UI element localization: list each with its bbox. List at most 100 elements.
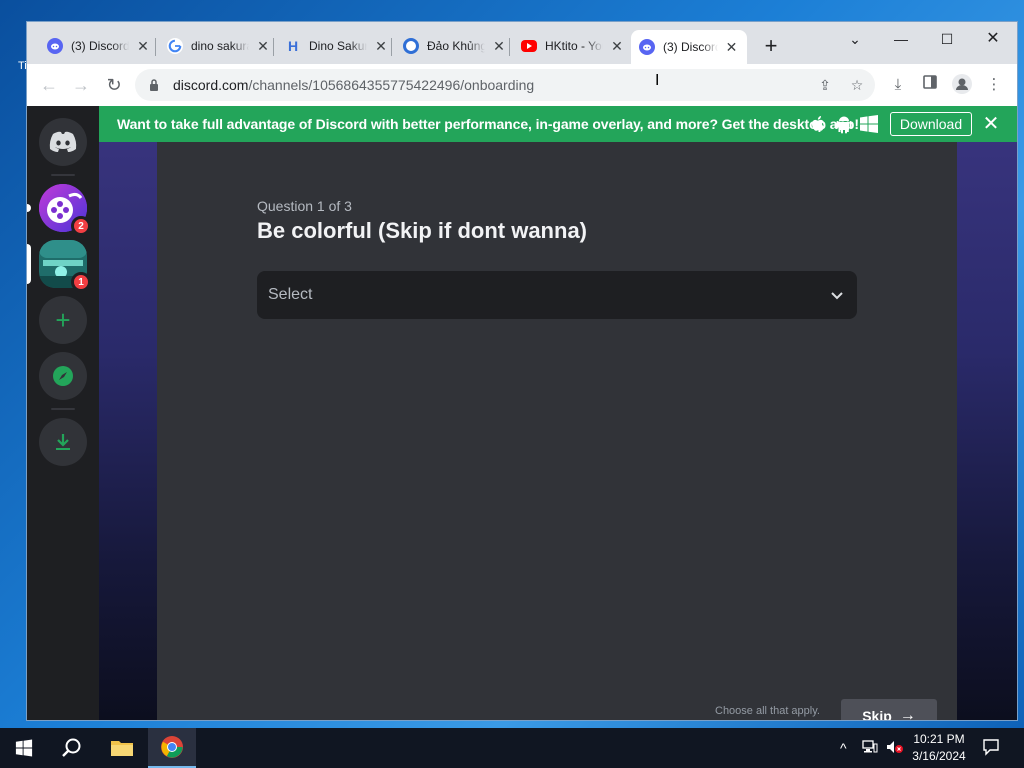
- forward-arrow-icon[interactable]: →: [69, 73, 93, 97]
- tab-google[interactable]: dino sakura ✕: [159, 32, 279, 60]
- windows-start-icon: [15, 739, 33, 757]
- url-text: discord.com/channels/1056864355775422496…: [173, 77, 534, 93]
- tab-strip: (3) Discord ✕ dino sakura ✕ H Dino Sakur…: [27, 22, 1017, 64]
- tab-close-icon[interactable]: ✕: [373, 38, 389, 55]
- server-scenery[interactable]: 1: [39, 240, 91, 292]
- search-button[interactable]: [48, 728, 96, 768]
- explore-servers-button[interactable]: [39, 352, 87, 400]
- file-explorer-button[interactable]: [98, 728, 146, 768]
- minimize-button[interactable]: —: [879, 26, 923, 52]
- android-icon: [836, 116, 852, 134]
- tab-search-chevron-icon[interactable]: ⌄: [833, 26, 877, 52]
- start-button[interactable]: [0, 728, 48, 768]
- tab-close-icon[interactable]: ✕: [609, 38, 625, 55]
- browser-toolbar: ← → ↻ discord.com/channels/1056864355775…: [27, 64, 1017, 106]
- tab-youtube[interactable]: HKtito - YouTube ✕: [513, 32, 633, 60]
- download-icon[interactable]: ⤓: [887, 74, 909, 96]
- tab-title: Đảo Khủng: [427, 39, 485, 53]
- lock-icon[interactable]: [147, 78, 161, 92]
- download-apps-button[interactable]: [39, 418, 87, 466]
- maximize-button[interactable]: ☐: [925, 26, 969, 52]
- tab-dino-sakura[interactable]: H Dino Sakura ✕: [277, 32, 397, 60]
- tab-separator: [273, 38, 274, 56]
- tab-close-icon[interactable]: ✕: [724, 39, 739, 56]
- action-center-button[interactable]: [982, 738, 1000, 759]
- folder-icon: [111, 741, 133, 756]
- clock-date: 3/16/2024: [912, 749, 966, 763]
- profile-avatar-icon[interactable]: [951, 74, 973, 96]
- tab-dao-khung[interactable]: Đảo Khủng ✕: [395, 32, 515, 60]
- chrome-window: (3) Discord ✕ dino sakura ✕ H Dino Sakur…: [27, 22, 1017, 720]
- discord-logo-icon: [49, 131, 77, 152]
- text-cursor-icon: I: [655, 72, 660, 89]
- skip-label: Skip: [862, 708, 892, 720]
- network-icon[interactable]: [862, 740, 878, 757]
- notification-badge: 1: [71, 272, 91, 292]
- download-arrow-icon: [56, 434, 70, 450]
- desktop-icon-label[interactable]: Ti: [18, 60, 27, 72]
- arrow-right-icon: →: [899, 707, 916, 720]
- youtube-favicon-icon: [521, 40, 537, 52]
- share-icon[interactable]: ⇪: [815, 75, 835, 95]
- tab-separator: [155, 38, 156, 56]
- url-path: /channels/1056864355775422496/onboarding: [248, 77, 535, 93]
- chrome-taskbar-button[interactable]: [148, 728, 196, 768]
- helper-text: Choose all that apply.: [715, 705, 820, 717]
- windows-icon: [860, 115, 878, 133]
- select-placeholder: Select: [268, 286, 313, 303]
- new-tab-button[interactable]: +: [759, 34, 783, 58]
- system-clock[interactable]: 10:21 PM 3/16/2024: [900, 731, 978, 765]
- clock-time: 10:21 PM: [913, 732, 965, 746]
- google-favicon-icon: [167, 38, 183, 54]
- download-app-button[interactable]: Download: [890, 112, 972, 136]
- window-close-button[interactable]: ✕: [971, 26, 1015, 52]
- rail-divider: [51, 174, 75, 176]
- tab-discord-1[interactable]: (3) Discord ✕: [39, 32, 159, 60]
- url-host: discord.com: [173, 77, 249, 93]
- tab-title: dino sakura: [191, 39, 249, 53]
- banner-close-icon[interactable]: ✕: [979, 112, 1003, 136]
- discord-home-button[interactable]: [39, 118, 87, 166]
- plus-icon: +: [55, 305, 71, 335]
- question-counter: Question 1 of 3: [257, 198, 352, 214]
- tab-close-icon[interactable]: ✕: [135, 38, 151, 55]
- apple-icon: [812, 116, 825, 131]
- hashtag-favicon-icon: H: [287, 38, 299, 54]
- banner-text: Want to take full advantage of Discord w…: [117, 116, 859, 132]
- tab-title: HKtito - YouTube: [545, 39, 603, 53]
- tab-title: (3) Discord: [71, 39, 129, 53]
- discord-favicon-icon: [47, 38, 63, 54]
- menu-dots-icon[interactable]: ⋮: [983, 74, 1005, 96]
- notification-icon: [983, 739, 999, 756]
- discord-app: 2 1 + Want to take full advantage of Dis…: [27, 106, 1017, 720]
- search-icon: [62, 738, 81, 757]
- discord-favicon-icon: [639, 39, 655, 55]
- unread-indicator: [27, 204, 31, 212]
- back-arrow-icon[interactable]: ←: [37, 73, 61, 97]
- tab-close-icon[interactable]: ✕: [491, 38, 507, 55]
- bookmark-star-icon[interactable]: ☆: [847, 75, 867, 95]
- show-hidden-icons-chevron[interactable]: ^: [840, 740, 847, 756]
- tab-separator: [509, 38, 510, 56]
- side-panel-icon[interactable]: [919, 74, 941, 96]
- tab-title: Dino Sakura: [309, 39, 367, 53]
- tab-discord-active[interactable]: (3) Discord ✕: [631, 30, 747, 64]
- windows-taskbar: ^ 10:21 PM 3/16/2024: [0, 728, 1024, 768]
- question-title: Be colorful (Skip if dont wanna): [257, 218, 587, 243]
- chrome-icon: [161, 736, 183, 758]
- skip-button[interactable]: Skip →: [841, 699, 937, 720]
- server-rail: 2 1 +: [27, 106, 99, 720]
- reload-icon[interactable]: ↻: [102, 73, 126, 97]
- add-server-button[interactable]: +: [39, 296, 87, 344]
- tab-separator: [391, 38, 392, 56]
- globe-favicon-icon: [403, 38, 419, 54]
- role-select-dropdown[interactable]: Select: [257, 271, 857, 319]
- tab-close-icon[interactable]: ✕: [255, 38, 271, 55]
- desktop-app-banner: Want to take full advantage of Discord w…: [99, 106, 1017, 142]
- address-bar[interactable]: discord.com/channels/1056864355775422496…: [135, 69, 875, 101]
- server-film[interactable]: 2: [39, 184, 91, 236]
- onboarding-panel: Question 1 of 3 Be colorful (Skip if don…: [157, 142, 957, 720]
- tab-title: (3) Discord: [663, 40, 718, 54]
- compass-icon: [53, 366, 73, 386]
- notification-badge: 2: [71, 216, 91, 236]
